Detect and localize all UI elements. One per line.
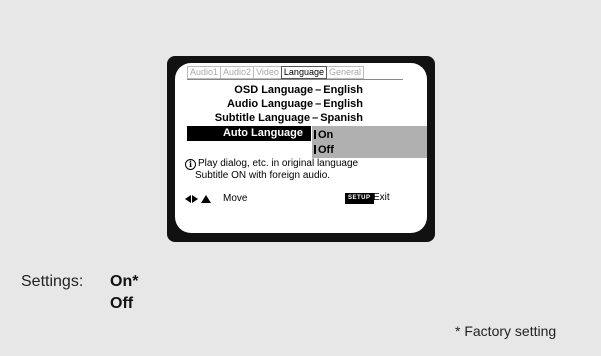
menu-item-auto-language[interactable]: Auto Language [187,126,311,141]
exit-label: Exit [373,192,390,203]
factory-setting-note: * Factory setting [455,323,557,339]
setup-menu-tabs: Audio1 Audio2 Video Language General [187,66,364,79]
menu-item-osd-language[interactable]: OSD Language – English [175,83,363,97]
tab-general[interactable]: General [325,66,364,79]
menu-item-audio-language[interactable]: Audio Language – English [175,97,363,111]
help-line-2: Subtitle ON with foreign audio. [195,170,331,181]
info-icon: i [185,159,196,170]
cursor-bar [314,130,316,139]
tab-language[interactable]: Language [280,66,327,79]
left-arrow-icon [185,194,191,203]
setup-button-icon: SETUP [345,193,374,204]
menu-item-label: Subtitle Language [214,112,311,124]
tab-audio1[interactable]: Audio1 [187,66,222,79]
option-on-label: On [318,129,334,141]
cursor-bar [314,145,316,154]
up-arrow-icon [201,194,211,203]
menu-item-value: English [323,98,363,110]
move-label: Move [223,193,248,204]
osd-screen: Audio1 Audio2 Video Language General OSD… [175,63,427,233]
option-on[interactable]: On [314,128,333,142]
settings-label: Settings: [21,273,84,290]
option-off-label: Off [318,144,334,156]
separator-dash: – [315,98,322,110]
menu-item-label: OSD Language [234,84,314,96]
tab-divider [187,79,403,80]
separator-dash: – [312,112,319,124]
settings-value-off: Off [110,295,134,312]
menu-item-subtitle-language[interactable]: Subtitle Language – Spanish [175,111,363,125]
tab-video[interactable]: Video [253,66,282,79]
right-arrow-icon [192,194,198,203]
menu-item-value: English [323,84,363,96]
menu-item-label: Audio Language [226,98,314,110]
nav-hint: Move [185,193,247,204]
help-text: i Play dialog, etc. in original language … [185,158,358,181]
tv-screen-frame: Audio1 Audio2 Video Language General OSD… [167,56,435,242]
tab-audio2[interactable]: Audio2 [220,66,255,79]
separator-dash: – [315,84,322,96]
settings-value-on: On* [110,273,139,290]
auto-language-options: On Off [312,126,427,158]
menu-item-value: Spanish [320,112,363,124]
help-line-1: Play dialog, etc. in original language [198,158,359,169]
option-off[interactable]: Off [314,143,334,157]
